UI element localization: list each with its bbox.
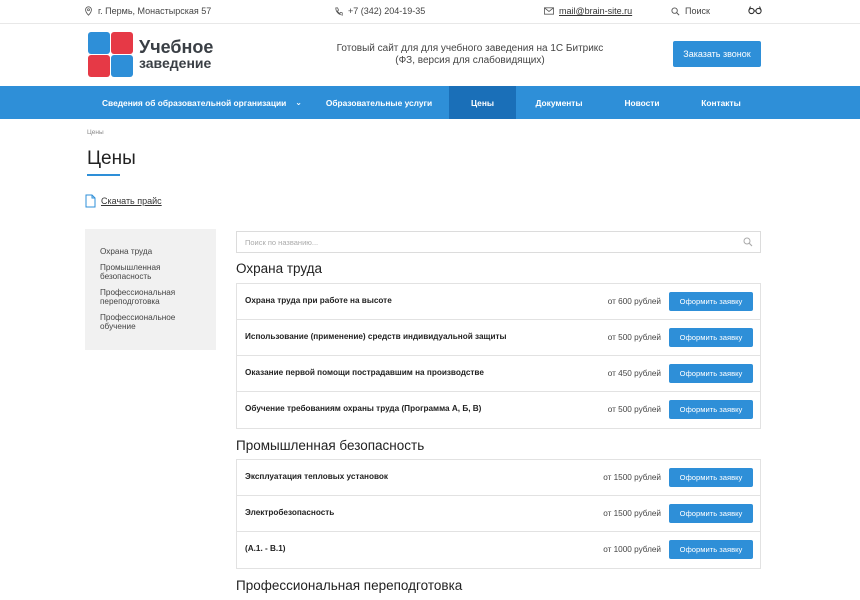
nav-item-services[interactable]: Образовательные услуги	[318, 86, 440, 119]
service-price: от 1000 рублей	[603, 545, 661, 554]
nav-item-about[interactable]: Сведения об образовательной организации …	[96, 86, 308, 119]
sidebar-item-labor-safety[interactable]: Охрана труда	[100, 247, 202, 256]
table-row: Охрана труда при работе на высоте от 600…	[237, 284, 760, 320]
tagline-line-2: (ФЗ, версия для слабовидящих)	[395, 55, 545, 66]
nav-item-contacts[interactable]: Контакты	[690, 86, 752, 119]
logo-line-2: заведение	[139, 54, 212, 71]
service-price: от 450 рублей	[607, 369, 661, 378]
address: г. Пермь, Монастырская 57	[84, 6, 211, 16]
page-title: Цены	[87, 148, 136, 169]
section-title: Промышленная безопасность	[236, 438, 425, 453]
service-name: Электробезопасность	[245, 508, 335, 517]
email-link[interactable]: mail@brain-site.ru	[559, 6, 632, 16]
accessibility-toggle[interactable]	[748, 5, 762, 15]
search-icon[interactable]	[743, 237, 753, 247]
nav-item-label: Образовательные услуги	[325, 97, 433, 108]
order-call-button[interactable]: Заказать звонок	[673, 41, 761, 67]
table-row: Обучение требованиям охраны труда (Прогр…	[237, 392, 760, 428]
nav-item-prices[interactable]: Цены	[449, 86, 516, 119]
sidebar-item-retraining[interactable]: Профессиональная переподготовка	[100, 288, 202, 306]
top-bar: г. Пермь, Монастырская 57 +7 (342) 204-1…	[0, 0, 860, 24]
apply-button[interactable]: Оформить заявку	[669, 504, 753, 523]
price-search	[236, 231, 761, 253]
nav-item-news[interactable]: Новости	[611, 86, 673, 119]
glasses-icon[interactable]	[748, 5, 762, 15]
apply-button[interactable]: Оформить заявку	[669, 364, 753, 383]
phone-number[interactable]: +7 (342) 204-19-35	[348, 6, 425, 16]
nav-item-label: Документы	[535, 97, 583, 108]
document-icon	[85, 194, 96, 208]
price-table: Охрана труда при работе на высоте от 600…	[236, 283, 761, 429]
apply-button[interactable]: Оформить заявку	[669, 468, 753, 487]
address-text: г. Пермь, Монастырская 57	[98, 6, 212, 16]
table-row: (А.1. - В.1) от 1000 рублей Оформить зая…	[237, 532, 760, 568]
table-row: Оказание первой помощи пострадавшим на п…	[237, 356, 760, 392]
phone[interactable]: +7 (342) 204-19-35	[334, 6, 425, 16]
service-price: от 1500 рублей	[603, 509, 661, 518]
email[interactable]: mail@brain-site.ru	[544, 6, 632, 16]
sidebar-item-vocational-training[interactable]: Профессиональное обучение	[100, 313, 202, 331]
tagline-line-1: Готовый сайт для для учебного заведения …	[336, 43, 604, 54]
service-name: Обучение требованиям охраны труда (Прогр…	[245, 404, 482, 413]
service-price: от 500 рублей	[607, 405, 661, 414]
table-row: Электробезопасность от 1500 рублей Оформ…	[237, 496, 760, 532]
category-sidebar: Охрана труда Промышленная безопасность П…	[85, 229, 216, 350]
site-logo[interactable]: Учебное заведение	[88, 32, 213, 77]
search-input[interactable]	[237, 232, 727, 253]
service-name: Использование (применение) средств индив…	[245, 332, 507, 341]
section-title: Профессиональная переподготовка	[236, 578, 463, 593]
service-name: (А.1. - В.1)	[245, 544, 286, 553]
service-price: от 1500 рублей	[603, 473, 661, 482]
title-underline	[87, 174, 120, 176]
download-price-link[interactable]: Скачать прайс	[85, 194, 162, 208]
price-table: Эксплуатация тепловых установок от 1500 …	[236, 459, 761, 569]
location-pin-icon	[85, 6, 92, 16]
table-row: Эксплуатация тепловых установок от 1500 …	[237, 460, 760, 496]
nav-item-label: Цены	[470, 97, 495, 108]
download-price-label[interactable]: Скачать прайс	[101, 196, 162, 206]
chevron-down-icon: ⌄	[295, 98, 302, 107]
sidebar-item-industrial-safety[interactable]: Промышленная безопасность	[100, 263, 202, 281]
mail-icon	[544, 7, 554, 15]
logo-line-1: Учебное	[139, 36, 214, 57]
apply-button[interactable]: Оформить заявку	[669, 540, 753, 559]
search-icon	[671, 6, 680, 15]
puzzle-logo-icon	[88, 32, 133, 77]
search-link[interactable]: Поиск	[671, 6, 710, 16]
service-name: Эксплуатация тепловых установок	[245, 472, 388, 481]
service-name: Охрана труда при работе на высоте	[245, 296, 392, 305]
apply-button[interactable]: Оформить заявку	[669, 400, 753, 419]
nav-item-documents[interactable]: Документы	[527, 86, 591, 119]
service-price: от 500 рублей	[607, 333, 661, 342]
breadcrumb[interactable]: Цены	[87, 129, 104, 136]
section-title: Охрана труда	[236, 261, 323, 276]
phone-icon	[335, 6, 343, 16]
search-link-label[interactable]: Поиск	[685, 6, 710, 16]
table-row: Использование (применение) средств индив…	[237, 320, 760, 356]
nav-item-label: Новости	[624, 97, 660, 108]
main-nav: Сведения об образовательной организации …	[0, 86, 860, 119]
logo-text: Учебное заведение	[139, 36, 214, 71]
service-name: Оказание первой помощи пострадавшим на п…	[245, 368, 484, 377]
service-price: от 600 рублей	[607, 297, 661, 306]
apply-button[interactable]: Оформить заявку	[669, 292, 753, 311]
apply-button[interactable]: Оформить заявку	[669, 328, 753, 347]
nav-item-label: Контакты	[701, 97, 741, 108]
nav-item-label: Сведения об образовательной организации	[101, 97, 287, 108]
site-tagline: Готовый сайт для для учебного заведения …	[300, 43, 640, 67]
